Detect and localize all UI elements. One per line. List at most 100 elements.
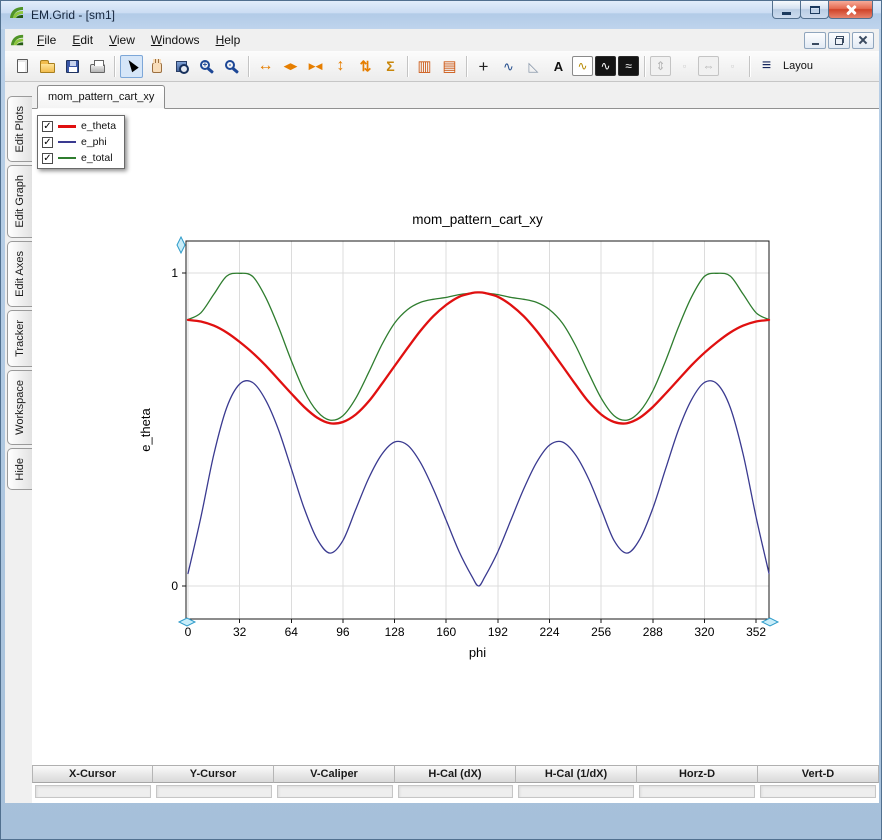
workarea: Edit Plots Edit Graph Edit Axes Tracker Work… — [5, 82, 879, 803]
wave-plot-2-button[interactable]: ≈ — [618, 56, 639, 76]
sidebar-tabs: Edit Plots Edit Graph Edit Axes Tracker Work… — [5, 96, 32, 493]
readout-header: X-Cursor — [32, 765, 153, 783]
sidebar-tab-edit-axes[interactable]: Edit Axes — [7, 241, 32, 307]
chart[interactable]: 032649612816019222425628832035201mom_pat… — [32, 109, 879, 761]
readout-header: Horz-D — [637, 765, 758, 783]
save-icon — [66, 60, 79, 73]
menu-help[interactable]: Help — [208, 30, 249, 50]
expand-y-icon: ⇅ — [360, 59, 372, 73]
spacer-disabled-button: ▫ — [673, 55, 696, 78]
readout-header: H-Cal (dX) — [395, 765, 516, 783]
text-tool-button[interactable]: A — [547, 55, 570, 78]
legend-item[interactable]: ✓e_total — [38, 150, 124, 166]
series-e_phi — [188, 381, 769, 586]
autoscale-button[interactable]: Σ — [379, 55, 402, 78]
sidebar-tab-tracker[interactable]: Tracker — [7, 310, 32, 367]
mdi-restore-button[interactable] — [828, 32, 850, 49]
fit-width-button[interactable]: ↔ — [254, 55, 277, 78]
pattern-plot-button[interactable]: ∿ — [572, 56, 593, 76]
legend-toggle-button[interactable]: ≡ — [755, 55, 778, 78]
fit-height-icon: ↕ — [337, 58, 345, 74]
sidebar-tab-hide[interactable]: Hide — [7, 448, 32, 491]
legend-checkbox[interactable]: ✓ — [42, 121, 53, 132]
minimize-icon — [782, 12, 791, 15]
sidebar-tab-label: Tracker — [14, 320, 26, 357]
svg-text:160: 160 — [436, 625, 456, 639]
readout-cell — [156, 785, 272, 798]
open-icon — [40, 63, 55, 73]
titlebar[interactable]: EM.Grid - [sm1] — [1, 1, 881, 29]
y-axis-handle[interactable] — [177, 237, 185, 253]
svg-text:320: 320 — [694, 625, 714, 639]
svg-text:256: 256 — [591, 625, 611, 639]
readout-cell — [760, 785, 876, 798]
pan-tool-button[interactable] — [145, 55, 168, 78]
compress-x-button[interactable]: ▶◀ — [304, 55, 327, 78]
save-button[interactable] — [61, 55, 84, 78]
print-icon — [90, 64, 105, 73]
fit-x-disabled-icon: ⇔ — [703, 60, 715, 72]
legend-checkbox[interactable]: ✓ — [42, 153, 53, 164]
document-tabstrip: mom_pattern_cart_xy — [32, 82, 879, 109]
readout-cell — [35, 785, 151, 798]
expand-x-button[interactable]: ◀▶ — [279, 55, 302, 78]
select-tool-button[interactable] — [120, 55, 143, 78]
open-button[interactable] — [36, 55, 59, 78]
print-button[interactable] — [86, 55, 109, 78]
legend-item[interactable]: ✓e_theta — [38, 118, 124, 134]
sidebar-tab-workspace[interactable]: Workspace — [7, 370, 32, 445]
legend-line-sample — [58, 141, 76, 143]
legend-checkbox[interactable]: ✓ — [42, 137, 53, 148]
series-e_total — [188, 273, 769, 420]
readout-cell — [277, 785, 393, 798]
axes-tool-button[interactable]: ∿ — [497, 55, 520, 78]
zoom-in-icon — [200, 60, 210, 70]
wave-plot-button[interactable]: ∿ — [595, 56, 616, 76]
menu-view[interactable]: View — [101, 30, 143, 50]
zoom-region-button[interactable] — [170, 55, 193, 78]
document-tab[interactable]: mom_pattern_cart_xy — [37, 85, 165, 109]
zoom-in-button[interactable] — [195, 55, 218, 78]
mdi-close-button[interactable] — [852, 32, 874, 49]
gridlines — [186, 241, 769, 619]
menu-edit[interactable]: Edit — [64, 30, 101, 50]
sidebar-tab-label: Edit Axes — [14, 251, 26, 297]
pan-tool-icon — [152, 62, 162, 73]
expand-y-button[interactable]: ⇅ — [354, 55, 377, 78]
new-button[interactable] — [11, 55, 34, 78]
toolbar-separator — [407, 56, 408, 77]
x-axis-label: phi — [469, 645, 486, 660]
svg-text:224: 224 — [539, 625, 559, 639]
insert-column-icon: ▥ — [417, 59, 431, 74]
zoom-region-icon — [176, 61, 187, 72]
maximize-button[interactable] — [800, 1, 829, 19]
legend-item[interactable]: ✓e_phi — [38, 134, 124, 150]
readout: X-CursorY-CursorV-CaliperH-Cal (dX)H-Cal… — [32, 765, 879, 798]
toolbar-separator — [466, 56, 467, 77]
svg-text:192: 192 — [488, 625, 508, 639]
close-button[interactable] — [828, 1, 873, 19]
insert-column-button[interactable]: ▥ — [413, 55, 436, 78]
svg-text:288: 288 — [643, 625, 663, 639]
crosshair-button[interactable]: + — [472, 55, 495, 78]
crosshair-icon: + — [479, 58, 489, 75]
sidebar-tab-edit-graph[interactable]: Edit Graph — [7, 165, 32, 238]
window-title: EM.Grid - [sm1] — [31, 8, 115, 22]
series-e_theta — [188, 292, 769, 423]
caliper-button[interactable]: ◺ — [522, 55, 545, 78]
document-logo-icon — [10, 33, 25, 48]
zoom-out-button[interactable] — [220, 55, 243, 78]
legend[interactable]: ✓e_theta✓e_phi✓e_total — [37, 115, 125, 169]
fit-height-button[interactable]: ↕ — [329, 55, 352, 78]
insert-row-button[interactable]: ▤ — [438, 55, 461, 78]
menu-windows[interactable]: Windows — [143, 30, 208, 50]
layout-button[interactable]: Layou — [780, 55, 813, 78]
minimize-button[interactable] — [772, 1, 801, 19]
menu-file[interactable]: File — [29, 30, 64, 50]
app-logo-icon — [9, 5, 25, 26]
pattern-plot-icon: ∿ — [577, 60, 587, 72]
new-icon — [17, 59, 28, 73]
mdi-minimize-button[interactable] — [804, 32, 826, 49]
fit-x-disabled-button: ⇔ — [698, 56, 719, 76]
sidebar-tab-edit-plots[interactable]: Edit Plots — [7, 96, 32, 162]
